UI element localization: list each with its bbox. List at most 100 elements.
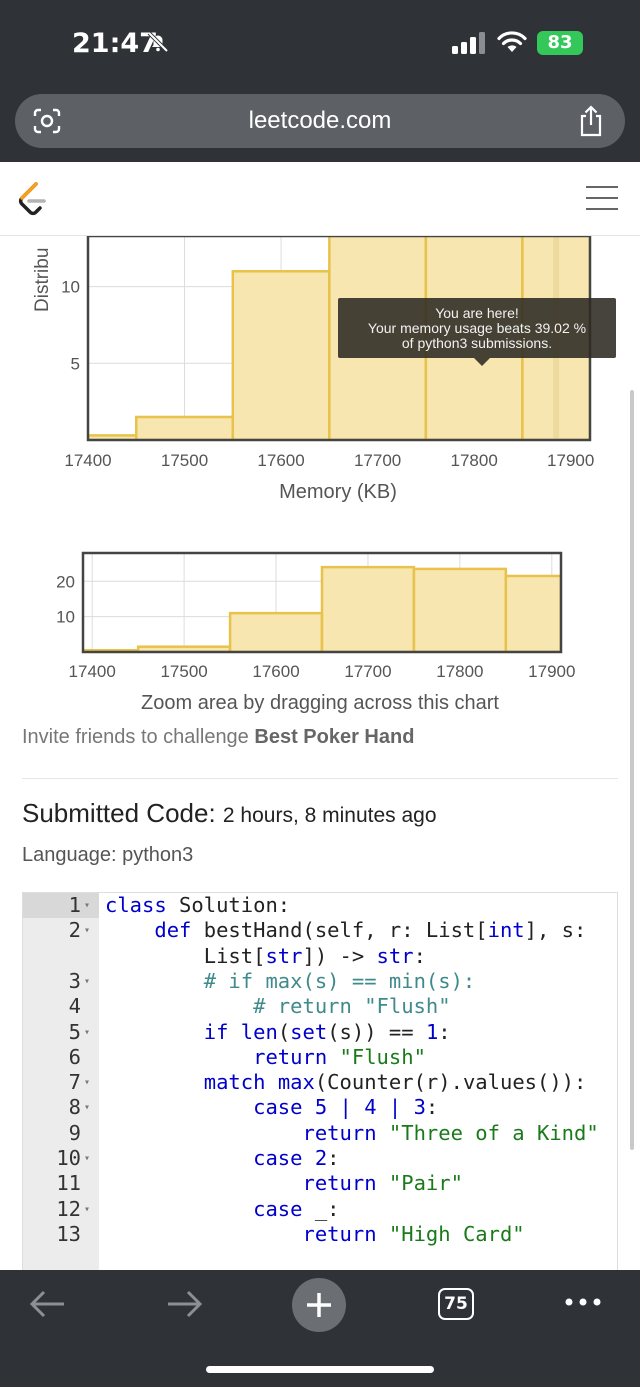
code-line[interactable]: 10 ▾ case 2: [23, 1146, 617, 1171]
code-text: case _: [253, 1196, 340, 1221]
line-number: 1 [68, 893, 81, 917]
code-line[interactable]: 11 return "Pair" [23, 1171, 617, 1196]
code-editor[interactable]: 1 ▾ class Solution: 2 ▾ def bestHand(self, r… [22, 892, 618, 1270]
code-line[interactable]: 13 return "High Card" [23, 1222, 617, 1247]
submitted-code-heading: Submitted Code: 2 hours, 8 minutes ago [22, 798, 437, 829]
y-tick-label: 20 [56, 572, 75, 591]
url-text[interactable]: leetcode.com [15, 107, 625, 135]
line-number: 9 [68, 1120, 81, 1145]
y-tick-label: 10 [56, 608, 75, 627]
code-line[interactable]: 6 return "Flush" [23, 1045, 617, 1070]
plus-icon [307, 1293, 331, 1317]
tooltip-line-1: You are here! [435, 305, 519, 321]
x-tick-label: 17700 [354, 451, 401, 470]
share-icon[interactable] [577, 105, 605, 137]
status-bar: 21:47 83 [0, 0, 640, 90]
leetcode-header [0, 162, 640, 236]
code-line[interactable]: 2 ▾ def bestHand(self, r: List[int], s: [23, 918, 617, 943]
x-tick-label: 17700 [344, 662, 391, 681]
navigator-chart[interactable]: 17400 17500 17600 17700 17800 17900 10 20 [0, 542, 640, 692]
fold-arrow-icon[interactable]: ▾ [84, 893, 90, 918]
x-tick-label: 17900 [528, 662, 575, 681]
hamburger-menu-icon[interactable] [586, 186, 618, 212]
code-line[interactable]: 4 # return "Flush" [23, 994, 617, 1019]
code-line[interactable]: 9 return "Three of a Kind" [23, 1121, 617, 1146]
browser-toolbar: leetcode.com [0, 90, 640, 162]
leetcode-logo-icon[interactable] [16, 180, 48, 218]
tooltip-line-2: Your memory usage beats 39.02 % [367, 320, 587, 336]
x-tick-label: 17400 [64, 451, 111, 470]
forward-arrow-icon[interactable] [154, 1282, 214, 1342]
code-line[interactable]: 8 ▾ case 5 | 4 | 3: [23, 1095, 617, 1120]
histogram-bar [412, 567, 508, 652]
back-arrow-icon[interactable] [18, 1282, 78, 1342]
invite-text[interactable]: Invite friends to challenge Best Poker H… [22, 726, 414, 749]
code-text: List[str]) -> str: [105, 943, 426, 968]
code-line[interactable]: 7 ▾ match max(Counter(r).values()): [23, 1070, 617, 1095]
home-indicator[interactable] [206, 1366, 434, 1373]
line-number: 6 [68, 1044, 81, 1069]
fold-arrow-icon[interactable]: ▾ [84, 1146, 90, 1171]
invite-problem-name[interactable]: Best Poker Hand [254, 726, 414, 748]
memory-distribution-chart[interactable]: 17400 17500 17600 17700 17800 17900 5 10 Memory … [0, 236, 640, 520]
bars-group [83, 565, 561, 652]
histogram-bar [231, 270, 331, 440]
x-tick-label: 17400 [69, 662, 116, 681]
line-number: 7 [68, 1070, 81, 1095]
code-text: case 2: [253, 1146, 340, 1170]
histogram-bar [228, 611, 324, 652]
histogram-bar [504, 574, 561, 652]
page-scrollbar[interactable] [630, 390, 634, 1150]
fold-arrow-icon[interactable]: ▾ [84, 969, 90, 994]
fold-arrow-icon[interactable]: ▾ [84, 918, 90, 943]
code-line[interactable]: 5 ▾ if len(set(s)) == 1: [23, 1020, 617, 1045]
line-number: 4 [68, 994, 81, 1019]
code-line[interactable]: 1 ▾ class Solution: [23, 893, 617, 918]
code-text: # if max(s) == min(s): [203, 968, 476, 993]
code-line[interactable]: 12 ▾ case _: [23, 1197, 617, 1222]
code-text: def bestHand(self, r: List[int], s: [154, 918, 587, 943]
line-number: 10 [56, 1146, 81, 1170]
tab-switcher-button[interactable]: 75 [438, 1288, 474, 1320]
x-tick-label: 17600 [257, 451, 304, 470]
x-axis-title: Memory (KB) [279, 481, 397, 503]
submitted-time-ago: 2 hours, 8 minutes ago [222, 804, 437, 827]
more-options-icon[interactable] [563, 1294, 603, 1310]
histogram-bar [135, 415, 235, 440]
browser-bottom-bar: 75 [0, 1270, 640, 1387]
fold-arrow-icon[interactable]: ▾ [84, 1095, 90, 1120]
bell-slash-icon [147, 31, 169, 53]
histogram-bar [320, 565, 416, 652]
code-text: return "Flush" [253, 1044, 426, 1069]
code-line[interactable]: List[str]) -> str: [23, 944, 617, 969]
new-tab-button[interactable] [292, 1278, 346, 1332]
code-text: return "High Card" [302, 1221, 525, 1246]
fold-arrow-icon[interactable]: ▾ [84, 1070, 90, 1095]
x-tick-label: 17500 [161, 451, 208, 470]
x-tick-label: 17800 [451, 451, 498, 470]
code-text: match max(Counter(r).values()): [203, 1070, 587, 1095]
tooltip-line-3: of python3 submissions. [401, 335, 553, 351]
y-axis-title: Distribu [32, 248, 53, 312]
line-number: 2 [68, 918, 81, 943]
x-tick-label: 17900 [547, 451, 594, 470]
fold-arrow-icon[interactable]: ▾ [84, 1197, 90, 1222]
submission-language: Language: python3 [22, 844, 194, 866]
y-tick-label: 5 [71, 354, 80, 373]
section-divider [22, 778, 618, 779]
address-bar[interactable]: leetcode.com [15, 94, 625, 148]
code-line[interactable]: 3 ▾ # if max(s) == min(s): [23, 969, 617, 994]
line-number: 3 [68, 968, 81, 993]
fold-arrow-icon[interactable]: ▾ [84, 1020, 90, 1045]
cellular-signal-icon [452, 32, 485, 54]
line-number: 8 [68, 1095, 81, 1120]
line-number: 13 [56, 1221, 81, 1246]
submitted-label: Submitted Code: [22, 798, 216, 828]
code-text: case 5 | 4 | 3: [253, 1095, 439, 1120]
page-content: 17400 17500 17600 17700 17800 17900 5 10 Memory … [0, 236, 640, 1270]
invite-prefix: Invite friends to challenge [22, 726, 255, 748]
y-tick-label: 10 [61, 278, 80, 297]
battery-indicator: 83 [537, 31, 583, 55]
x-tick-label: 17800 [436, 662, 483, 681]
code-text: if len(set(s)) == 1: [203, 1019, 451, 1044]
